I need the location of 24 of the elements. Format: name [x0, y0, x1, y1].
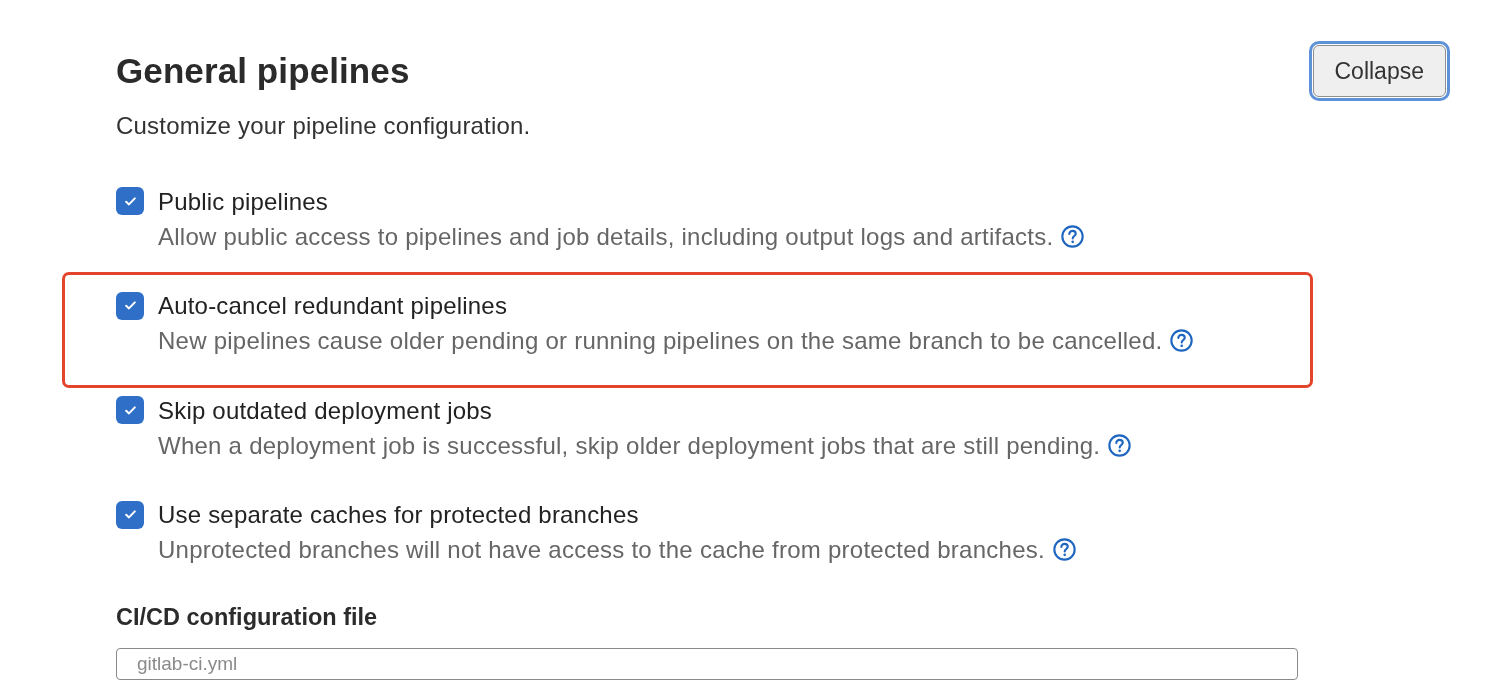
checkbox[interactable] — [116, 187, 144, 215]
input-field[interactable]: gitlab-ci.yml — [116, 648, 1298, 680]
field-label: CI/CD configuration file — [116, 603, 378, 632]
option-description: New pipelines cause older pending or running pipelines on the same branch to be cancelled. — [158, 326, 1163, 356]
check-icon — [124, 196, 136, 206]
checkbox[interactable] — [116, 291, 144, 320]
section-title: General pipelines — [116, 51, 411, 91]
checkbox[interactable] — [116, 396, 144, 424]
check-icon — [124, 510, 136, 519]
option-label: Use separate caches for protected branches — [158, 500, 640, 530]
section-description: Customize your pipeline configuration. — [116, 111, 531, 141]
checkbox[interactable] — [116, 500, 144, 529]
check-icon — [124, 405, 136, 415]
help-icon[interactable] — [1061, 224, 1085, 248]
help-icon[interactable] — [1052, 538, 1076, 561]
option-description: Allow public access to pipelines and job details, including output logs and artifacts. — [158, 221, 1054, 252]
option-description: Unprotected branches will not have access to the cache from protected branches. — [158, 535, 1045, 565]
check-icon — [124, 301, 136, 310]
help-icon[interactable] — [1108, 433, 1132, 457]
option-label: Skip outdated deployment jobs — [158, 395, 494, 426]
option-label: Auto-cancel redundant pipelines — [158, 291, 509, 321]
help-icon[interactable] — [1170, 329, 1194, 352]
option-label: Public pipelines — [158, 186, 329, 217]
option-description: When a deployment job is successful, skip older deployment jobs that are still pending. — [158, 430, 1101, 461]
